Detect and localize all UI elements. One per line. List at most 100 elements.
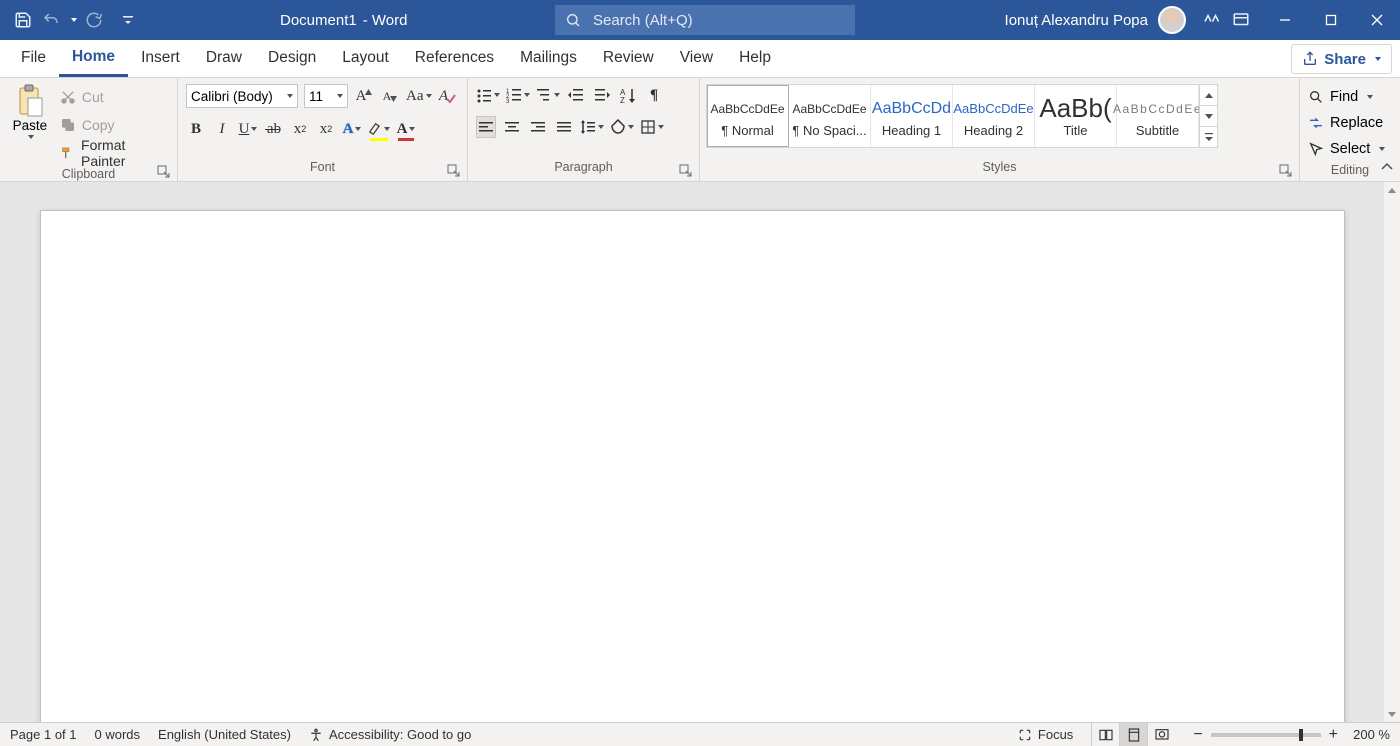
zoom-slider[interactable]	[1211, 733, 1321, 737]
replace-button[interactable]: Replace	[1308, 110, 1383, 136]
shading-button[interactable]	[610, 116, 634, 138]
status-accessibility[interactable]: Accessibility: Good to go	[309, 727, 471, 742]
gallery-up-button[interactable]	[1200, 85, 1217, 106]
multilevel-list-button[interactable]	[536, 84, 560, 106]
font-size-combo[interactable]: 11	[304, 84, 348, 108]
align-center-button[interactable]	[502, 116, 522, 138]
decrease-indent-button[interactable]	[566, 84, 586, 106]
tab-home[interactable]: Home	[59, 39, 128, 77]
dialog-launcher-icon[interactable]	[447, 164, 461, 178]
style-item[interactable]: AaBbCcDdHeading 1	[871, 85, 953, 147]
tab-view[interactable]: View	[667, 39, 726, 77]
highlight-button[interactable]	[368, 118, 390, 140]
subscript-button[interactable]: x2	[290, 118, 310, 140]
select-button[interactable]: Select	[1308, 136, 1385, 162]
vertical-scrollbar[interactable]	[1384, 182, 1400, 722]
status-words[interactable]: 0 words	[95, 727, 141, 742]
collapse-ribbon-button[interactable]	[1380, 160, 1394, 177]
maximize-button[interactable]	[1308, 0, 1354, 40]
chevron-down-icon	[658, 125, 664, 129]
font-color-button[interactable]: A	[396, 118, 416, 140]
bold-button[interactable]: B	[186, 118, 206, 140]
align-left-icon	[478, 119, 494, 135]
find-button[interactable]: Find	[1308, 84, 1373, 110]
undo-icon[interactable]	[40, 9, 62, 31]
tab-references[interactable]: References	[402, 39, 507, 77]
sort-button[interactable]: AZ	[618, 84, 638, 106]
format-painter-button[interactable]: Format Painter	[60, 140, 169, 166]
dialog-launcher-icon[interactable]	[1279, 164, 1293, 178]
user-name[interactable]: Ionuț Alexandru Popa	[1005, 12, 1148, 29]
save-icon[interactable]	[12, 9, 34, 31]
scroll-down-icon[interactable]	[1384, 706, 1400, 722]
tab-review[interactable]: Review	[590, 39, 667, 77]
show-marks-button[interactable]: ¶	[644, 84, 664, 106]
grow-font-button[interactable]: A	[354, 85, 374, 107]
minimize-button[interactable]	[1262, 0, 1308, 40]
undo-dropdown-icon[interactable]	[71, 18, 77, 22]
increase-indent-icon	[594, 87, 610, 103]
gallery-down-button[interactable]	[1200, 106, 1217, 127]
align-left-button[interactable]	[476, 116, 496, 138]
change-case-button[interactable]: Aa	[406, 85, 432, 107]
document-page[interactable]	[40, 210, 1345, 722]
read-mode-button[interactable]	[1091, 723, 1119, 746]
text-effects-button[interactable]: A	[342, 118, 362, 140]
share-button[interactable]: Share	[1291, 44, 1392, 74]
font-name-combo[interactable]: Calibri (Body)	[186, 84, 298, 108]
tab-draw[interactable]: Draw	[193, 39, 255, 77]
status-page[interactable]: Page 1 of 1	[10, 727, 77, 742]
coming-soon-icon[interactable]	[1200, 9, 1222, 31]
borders-button[interactable]	[640, 116, 664, 138]
tab-file[interactable]: File	[8, 39, 59, 77]
italic-button[interactable]: I	[212, 118, 232, 140]
status-language[interactable]: English (United States)	[158, 727, 291, 742]
focus-mode-button[interactable]: Focus	[1018, 727, 1073, 742]
style-item[interactable]: AaBbCcDdEe¶ No Spaci...	[789, 85, 871, 147]
scroll-up-icon[interactable]	[1384, 182, 1400, 198]
strikethrough-button[interactable]: ab	[264, 118, 284, 140]
dialog-launcher-icon[interactable]	[679, 164, 693, 178]
ribbon-display-icon[interactable]	[1230, 9, 1252, 31]
tab-design[interactable]: Design	[255, 39, 329, 77]
gallery-more-button[interactable]	[1200, 127, 1217, 147]
cut-button[interactable]: Cut	[60, 84, 169, 110]
underline-button[interactable]: U	[238, 118, 258, 140]
superscript-button[interactable]: x2	[316, 118, 336, 140]
style-item[interactable]: AaBbCcDdEe¶ Normal	[707, 85, 789, 147]
qat-customize-icon[interactable]	[117, 9, 139, 31]
svg-text:Z: Z	[620, 96, 625, 103]
zoom-out-button[interactable]: −	[1193, 726, 1202, 744]
line-spacing-button[interactable]	[580, 116, 604, 138]
style-item[interactable]: AaBb(Title	[1035, 85, 1117, 147]
zoom-in-button[interactable]: +	[1329, 726, 1338, 744]
print-layout-button[interactable]	[1119, 723, 1147, 746]
search-input[interactable]	[591, 11, 845, 30]
tab-layout[interactable]: Layout	[329, 39, 402, 77]
align-right-button[interactable]	[528, 116, 548, 138]
search-box[interactable]	[555, 5, 855, 35]
paste-button[interactable]: Paste	[8, 84, 52, 139]
tab-insert[interactable]: Insert	[128, 39, 193, 77]
justify-button[interactable]	[554, 116, 574, 138]
dialog-launcher-icon[interactable]	[157, 165, 171, 179]
numbering-button[interactable]: 123	[506, 84, 530, 106]
chevron-down-icon[interactable]	[28, 135, 34, 139]
zoom-thumb[interactable]	[1299, 729, 1303, 741]
close-button[interactable]	[1354, 0, 1400, 40]
bullets-button[interactable]	[476, 84, 500, 106]
scroll-track[interactable]	[1384, 198, 1400, 706]
web-layout-button[interactable]	[1147, 723, 1175, 746]
copy-button[interactable]: Copy	[60, 112, 169, 138]
shrink-font-button[interactable]: A	[380, 85, 400, 107]
decrease-indent-icon	[568, 87, 584, 103]
style-item[interactable]: AaBbCcDdEeSubtitle	[1117, 85, 1199, 147]
redo-icon[interactable]	[83, 9, 105, 31]
increase-indent-button[interactable]	[592, 84, 612, 106]
tab-help[interactable]: Help	[726, 39, 784, 77]
zoom-level[interactable]: 200 %	[1346, 727, 1390, 742]
avatar[interactable]	[1158, 6, 1186, 34]
clear-formatting-button[interactable]: A	[438, 85, 458, 107]
style-item[interactable]: AaBbCcDdEeHeading 2	[953, 85, 1035, 147]
tab-mailings[interactable]: Mailings	[507, 39, 590, 77]
